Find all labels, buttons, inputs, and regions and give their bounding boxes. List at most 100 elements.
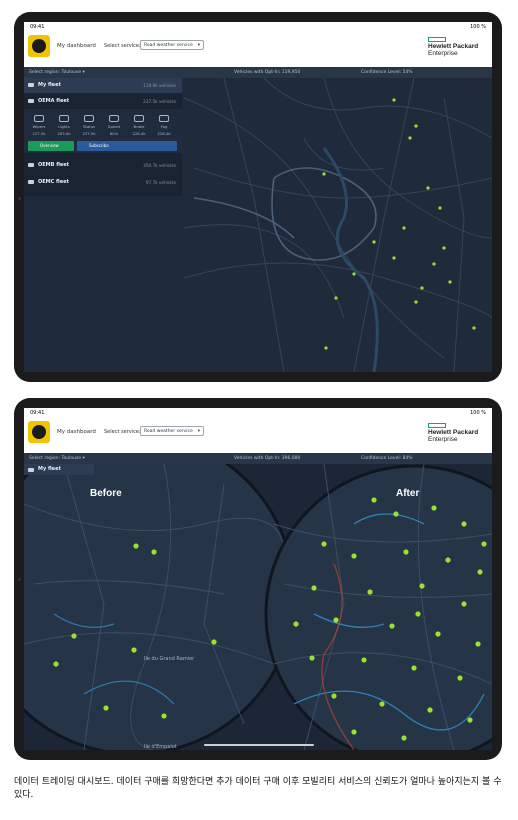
fleet-count: 119.9k vehicles [143,83,176,88]
metric-wipers: Wipers 227.5k [28,115,50,136]
chevron-down-icon: ▾ [197,429,200,434]
top-nav-bar: My dashboard Select service: Road weathe… [24,419,492,454]
tablet-bottom: 09:41 100 % My dashboard Select service:… [14,398,502,760]
home-indicator[interactable] [204,744,314,746]
fleet-row-my[interactable]: My fleet [24,464,94,475]
fleet-row-my[interactable]: My fleet 119.9k vehicles [24,78,182,93]
tablet-top: 09:41 100 % My dashboard Select service:… [14,12,502,382]
car-status-icon [84,115,94,122]
region-select[interactable]: Select region: Toulouse ▾ [29,67,85,78]
fleet-label: My fleet [38,82,61,88]
hpe-logo-line1: Hewlett Packard [428,429,479,436]
confidence-level: Confidence Level: 54% [361,70,413,75]
fleet-count: 97.7k vehicles [145,180,176,185]
subscribe-button[interactable]: Subscribe [77,141,177,151]
brand-logo[interactable] [28,421,50,443]
metric-value: 60% [109,131,119,136]
metric-lights: Lights 203.0k [53,115,75,136]
overview-button[interactable]: Overview [28,141,74,151]
hpe-logo-line2: Enterprise [428,436,458,443]
confidence-level: Confidence Level: 84% [361,456,413,461]
horse-emblem-icon [32,425,46,439]
wiper-icon [34,115,44,122]
camera-dot [18,197,21,200]
metric-label: Speed [108,124,120,129]
fleet-label: My fleet [38,466,61,472]
dashboard-screen-top: 09:41 100 % My dashboard Select service:… [24,22,492,372]
fleet-row-oemc[interactable]: OEMC fleet 97.7k vehicles [24,175,182,190]
metric-status: Status 237.5k [78,115,100,136]
car-icon [28,163,34,167]
service-select[interactable]: Road weather service ▾ [140,426,204,436]
vehicles-optin: Vehicles with Opt-In: 396,080 [234,456,301,461]
subscribe-label: Subscribe [89,143,109,148]
brake-icon [134,115,144,122]
metric-label: Brake [133,124,145,129]
metric-value: 237.5k [82,131,96,136]
metric-brake: Brake 228.4k [128,115,150,136]
region-value: Select region: Toulouse [29,456,82,461]
fleet-label: OEMC fleet [38,179,69,185]
city-map[interactable]: Before Ile du Grand Ramier Ile d'Empalot [24,464,492,750]
brand-logo[interactable] [28,35,50,57]
car-icon [28,180,34,184]
fleet-row-oemb[interactable]: OEMB fleet 350.7k vehicles [24,158,182,173]
metric-value: 203.0k [57,131,71,136]
metric-value: 228.4k [132,131,146,136]
hpe-logo: Hewlett Packard Enterprise [428,423,486,445]
fleet-label: OEMB fleet [38,162,70,168]
speed-icon [109,115,119,122]
car-icon [28,99,34,103]
service-select[interactable]: Road weather service ▾ [140,40,204,50]
info-bar: Select region: Toulouse ▾ Vehicles with … [24,67,492,78]
fleet-count: 350.7k vehicles [143,163,176,168]
overview-label: Overview [40,143,59,148]
hpe-logo-line1: Hewlett Packard [428,43,479,50]
fog-light-icon [159,115,169,122]
status-bar: 09:41 100 % [24,22,492,33]
metric-fog: Fog 228.4k [153,115,175,136]
fleet-panel: My fleet 119.9k vehicles OEMA fleet 237.… [24,78,182,196]
metric-label: Fog [160,124,168,129]
hpe-logo-line2: Enterprise [428,50,458,57]
region-select[interactable]: Select region: Toulouse ▾ [29,453,85,464]
metric-label: Status [82,124,96,129]
horse-emblem-icon [32,39,46,53]
metric-label: Wipers [32,124,46,129]
status-time: 09:41 [30,24,45,30]
after-label: After [396,488,419,499]
service-label: Select service: [104,429,141,435]
dashboard-screen-bottom: 09:41 100 % My dashboard Select service:… [24,408,492,750]
car-icon [28,83,34,87]
car-icon [28,468,34,472]
info-bar: Select region: Toulouse ▾ Vehicles with … [24,453,492,464]
top-nav-bar: My dashboard Select service: Road weathe… [24,33,492,68]
before-label: Before [90,488,122,499]
chevron-down-icon: ▾ [197,43,200,48]
region-value: Select region: Toulouse [29,70,82,75]
status-bar: 09:41 100 % [24,408,492,419]
my-dashboard-link[interactable]: My dashboard [57,429,96,435]
hpe-element-icon [428,423,446,428]
metric-label: Lights [58,124,70,129]
place-label: Ile du Grand Ramier [144,656,195,662]
battery-indicator: 100 % [470,24,486,30]
place-label: Ile d'Empalot [144,744,177,750]
metric-speed: Speed 60% [103,115,125,136]
hpe-logo: Hewlett Packard Enterprise [428,37,486,59]
metric-value: 228.4k [157,131,171,136]
fleet-label: OEMA fleet [38,98,70,104]
figure-caption: 데이터 트레이딩 대시보드. 데이터 구매를 희망한다면 추가 데이터 구매 이… [14,777,502,800]
status-time: 09:41 [30,410,45,416]
lights-icon [59,115,69,122]
battery-indicator: 100 % [470,410,486,416]
fleet-count: 237.5k vehicles [143,99,176,104]
hpe-element-icon [428,37,446,42]
fleet-row-oema[interactable]: OEMA fleet 237.5k vehicles [24,94,182,109]
fleet-metrics: Wipers 227.5k Lights 203.0k Status 237.5k S… [24,109,182,153]
vehicles-optin: Vehicles with Opt-In: 119,950 [234,70,301,75]
my-dashboard-link[interactable]: My dashboard [57,43,96,49]
service-label: Select service: [104,43,141,49]
camera-dot [18,578,21,581]
service-select-value: Road weather service [144,43,193,48]
